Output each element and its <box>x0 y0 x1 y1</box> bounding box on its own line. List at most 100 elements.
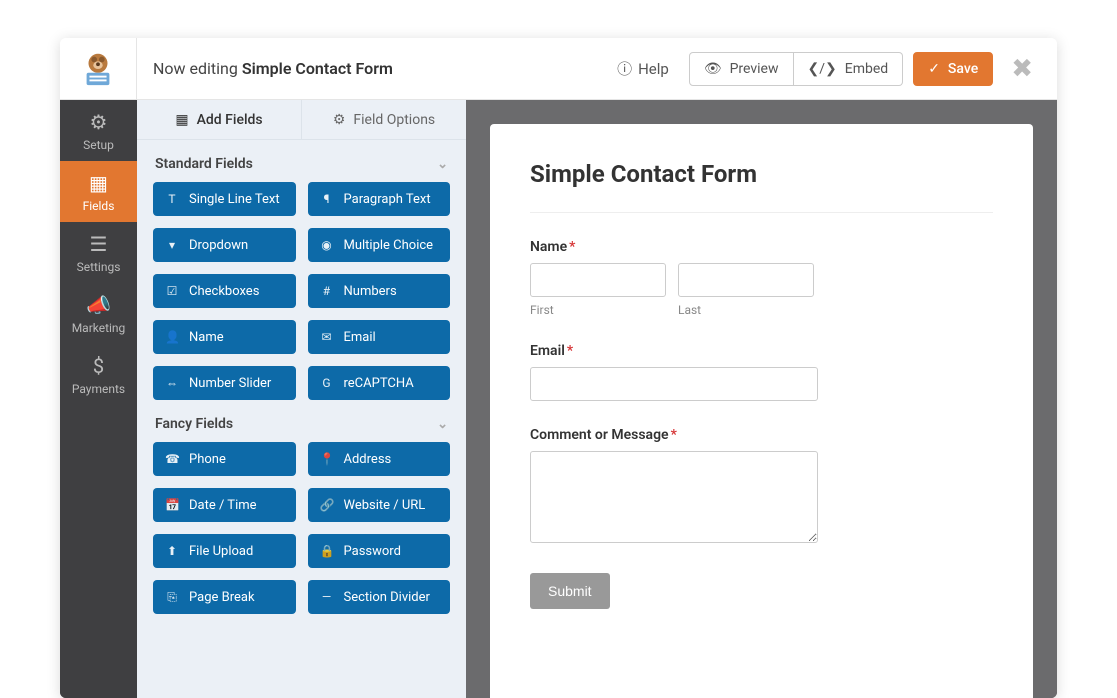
checkboxes-icon: ☑ <box>165 284 179 298</box>
comment-label: Comment or Message* <box>530 427 818 443</box>
field-page-break[interactable]: ⎘ Page Break <box>153 580 296 614</box>
gear-icon: ⚙ <box>90 110 108 134</box>
first-name-input[interactable] <box>530 263 666 297</box>
chevron-down-icon: ⌄ <box>437 417 448 432</box>
field-label: Page Break <box>189 590 255 605</box>
field-label: reCAPTCHA <box>344 376 414 391</box>
tab-add-fields[interactable]: ▦ Add Fields <box>137 100 302 139</box>
field-email[interactable]: ✉ Email <box>308 320 451 354</box>
section-divider-icon: — <box>320 590 334 604</box>
field-phone[interactable]: ☎ Phone <box>153 442 296 476</box>
field-password[interactable]: 🔒 Password <box>308 534 451 568</box>
password-icon: 🔒 <box>320 544 334 558</box>
rail-payments[interactable]: $ Payments <box>60 344 137 405</box>
field-website-url[interactable]: 🔗Website / URL <box>308 488 451 522</box>
name-icon: 👤 <box>165 330 179 344</box>
embed-button[interactable]: ❮/❯ Embed <box>794 52 904 86</box>
number-slider-icon: ⇔ <box>165 376 179 390</box>
rail-marketing[interactable]: 📣 Marketing <box>60 283 137 344</box>
embed-label: Embed <box>845 61 888 77</box>
email-label: Email* <box>530 343 818 359</box>
paragraph-text-icon: ¶ <box>320 192 334 206</box>
submit-button[interactable]: Submit <box>530 573 610 609</box>
field-single-line-text[interactable]: TSingle Line Text <box>153 182 296 216</box>
editing-form-name: Simple Contact Form <box>242 59 393 78</box>
field-label: Numbers <box>344 284 397 299</box>
field-dropdown[interactable]: ▾Dropdown <box>153 228 296 262</box>
field-email[interactable]: Email* <box>530 343 818 401</box>
field-paragraph-text[interactable]: ¶Paragraph Text <box>308 182 451 216</box>
field-label: Phone <box>189 452 226 467</box>
field-section-divider[interactable]: — Section Divider <box>308 580 451 614</box>
fancy-fields-grid: ☎ Phone 📍Address 📅Date / Time 🔗Website / URL… <box>153 442 450 614</box>
rail-fields[interactable]: ▦ Fields <box>60 161 137 222</box>
field-address[interactable]: 📍Address <box>308 442 451 476</box>
required-asterisk: * <box>567 343 573 359</box>
help-icon: ⓘ <box>617 58 632 79</box>
form-title: Simple Contact Form <box>530 160 993 213</box>
rail-setup[interactable]: ⚙ Setup <box>60 100 137 161</box>
field-multiple-choice[interactable]: ◉ Multiple Choice <box>308 228 451 262</box>
dollar-icon: $ <box>93 354 104 378</box>
multiple-choice-icon: ◉ <box>320 238 334 252</box>
close-icon[interactable]: ✖ <box>1003 54 1041 84</box>
help-link[interactable]: ⓘ Help <box>607 52 679 85</box>
editing-prefix: Now editing <box>153 59 238 78</box>
comment-textarea[interactable] <box>530 451 818 543</box>
form-preview: Simple Contact Form Name* First Last <box>490 124 1033 698</box>
field-label: Checkboxes <box>189 284 259 299</box>
save-label: Save <box>948 61 978 77</box>
date-time-icon: 📅 <box>165 498 179 512</box>
field-date-time[interactable]: 📅Date / Time <box>153 488 296 522</box>
email-icon: ✉ <box>320 330 334 344</box>
save-button[interactable]: ✓ Save <box>913 52 993 86</box>
logo-container <box>60 38 137 100</box>
field-name[interactable]: Name* First Last <box>530 239 993 317</box>
group-fancy-header[interactable]: Fancy Fields ⌄ <box>153 400 450 442</box>
field-label: Email <box>344 330 376 345</box>
rail-settings[interactable]: ☰ Settings <box>60 222 137 283</box>
group-standard-header[interactable]: Standard Fields ⌄ <box>153 140 450 182</box>
page-break-icon: ⎘ <box>165 590 179 605</box>
tab-field-options-label: Field Options <box>353 112 435 128</box>
field-label: Multiple Choice <box>344 238 434 253</box>
rail-settings-label: Settings <box>77 260 121 274</box>
header-bar: Now editing Simple Contact Form ⓘ Help 👁… <box>60 38 1057 100</box>
tab-add-fields-label: Add Fields <box>197 112 263 128</box>
wpforms-logo-icon <box>79 50 117 88</box>
field-comment[interactable]: Comment or Message* <box>530 427 818 547</box>
main-area: ⚙ Setup ▦ Fields ☰ Settings 📣 Marketing … <box>60 100 1057 698</box>
name-row: First Last <box>530 263 993 317</box>
preview-label: Preview <box>730 61 779 77</box>
numbers-icon: # <box>320 284 334 298</box>
field-label: Section Divider <box>344 590 430 605</box>
header-actions: ⓘ Help 👁 Preview ❮/❯ Embed ✓ Save ✖ <box>607 52 1057 86</box>
field-file-upload[interactable]: ⬆File Upload <box>153 534 296 568</box>
field-recaptcha[interactable]: GreCAPTCHA <box>308 366 451 400</box>
form-builder-app: Now editing Simple Contact Form ⓘ Help 👁… <box>60 38 1057 698</box>
last-name-input[interactable] <box>678 263 814 297</box>
field-label: Address <box>344 452 392 467</box>
megaphone-icon: 📣 <box>86 293 111 317</box>
left-rail: ⚙ Setup ▦ Fields ☰ Settings 📣 Marketing … <box>60 100 137 698</box>
phone-icon: ☎ <box>165 452 179 466</box>
standard-fields-grid: TSingle Line Text ¶Paragraph Text ▾Dropdow… <box>153 182 450 400</box>
field-checkboxes[interactable]: ☑ Checkboxes <box>153 274 296 308</box>
field-label: Single Line Text <box>189 192 280 207</box>
email-input[interactable] <box>530 367 818 401</box>
first-sublabel: First <box>530 303 666 317</box>
field-numbers[interactable]: # Numbers <box>308 274 451 308</box>
tab-field-options[interactable]: ⚙ Field Options <box>302 100 466 139</box>
fields-panel: ▦ Add Fields ⚙ Field Options Standard Fi… <box>137 100 466 698</box>
field-label: Website / URL <box>344 498 426 513</box>
field-label: File Upload <box>189 544 253 559</box>
field-number-slider[interactable]: ⇔Number Slider <box>153 366 296 400</box>
rail-fields-label: Fields <box>83 199 115 213</box>
adjust-icon: ⚙ <box>333 112 346 128</box>
preview-embed-group: 👁 Preview ❮/❯ Embed <box>689 52 903 86</box>
preview-button[interactable]: 👁 Preview <box>689 52 794 86</box>
group-standard-title: Standard Fields <box>155 156 253 172</box>
field-label: Password <box>344 544 401 559</box>
rail-setup-label: Setup <box>83 138 114 152</box>
field-name[interactable]: 👤Name <box>153 320 296 354</box>
